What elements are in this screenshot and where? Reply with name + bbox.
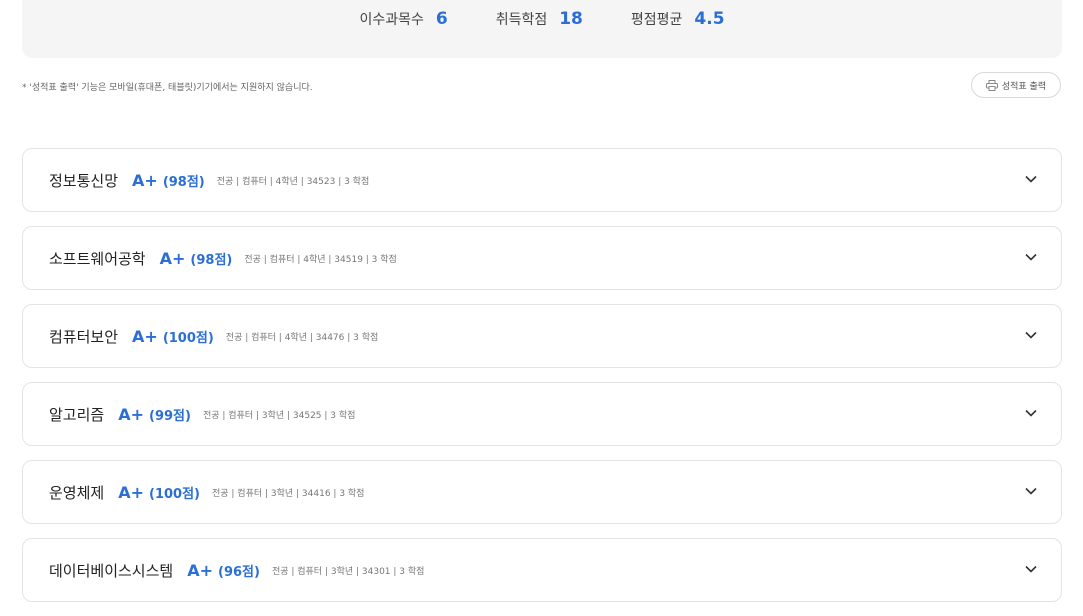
chevron-down-icon[interactable]	[1025, 175, 1037, 183]
course-item[interactable]: 알고리즘 A+ (99점) 전공 | 컴퓨터 | 3학년 | 34525 | 3…	[22, 382, 1062, 446]
courses-count-stat: 이수과목수 6	[359, 9, 447, 29]
credits-value: 18	[559, 9, 583, 29]
course-score: (98점)	[162, 174, 205, 190]
credits-stat: 취득학점 18	[496, 9, 583, 29]
summary-stats: 이수과목수 6 취득학점 18 평점평균 4.5	[22, 0, 1062, 38]
courses-count-label: 이수과목수	[359, 12, 424, 28]
course-item[interactable]: 소프트웨어공학 A+ (98점) 전공 | 컴퓨터 | 4학년 | 34519 …	[22, 226, 1062, 290]
print-button-label: 성적표 출력	[1001, 81, 1047, 92]
course-name: 컴퓨터보안	[49, 327, 119, 346]
course-name: 정보통신망	[49, 171, 119, 190]
course-grade: A+	[159, 248, 186, 268]
course-score: (100점)	[162, 330, 214, 346]
course-score: (96점)	[218, 564, 260, 580]
course-grade: A+	[118, 404, 144, 424]
chevron-down-icon[interactable]	[1025, 253, 1037, 261]
course-meta: 전공 | 컴퓨터 | 3학년 | 34301 | 3 학점	[271, 566, 425, 577]
course-item[interactable]: 컴퓨터보안 A+ (100점) 전공 | 컴퓨터 | 4학년 | 34476 |…	[22, 304, 1062, 368]
course-item[interactable]: 운영체제 A+ (100점) 전공 | 컴퓨터 | 3학년 | 34416 | …	[22, 460, 1062, 524]
course-meta: 전공 | 컴퓨터 | 4학년 | 34519 | 3 학점	[244, 254, 397, 265]
course-name: 운영체제	[49, 483, 105, 502]
course-grade: A+	[187, 560, 213, 580]
chevron-down-icon[interactable]	[1025, 331, 1037, 339]
course-name: 소프트웨어공학	[49, 249, 146, 268]
gpa-label: 평점평균	[630, 12, 683, 28]
course-score: (98점)	[190, 252, 233, 268]
print-transcript-button[interactable]: 성적표 출력	[971, 72, 1061, 98]
chevron-down-icon[interactable]	[1025, 487, 1037, 495]
course-name: 알고리즘	[49, 405, 105, 424]
courses-count-value: 6	[435, 9, 448, 29]
print-notice: * '성적표 출력' 기능은 모바일(휴대폰, 태블릿)기기에서는 지원하지 않…	[22, 83, 313, 93]
course-score: (100점)	[149, 486, 200, 502]
gpa-stat: 평점평균 4.5	[631, 9, 725, 29]
course-meta: 전공 | 컴퓨터 | 4학년 | 34476 | 3 학점	[225, 332, 379, 343]
course-item[interactable]: 데이터베이스시스템 A+ (96점) 전공 | 컴퓨터 | 3학년 | 3430…	[22, 538, 1062, 602]
grade-summary-bar: 이수과목수 6 취득학점 18 평점평균 4.5	[22, 0, 1062, 58]
chevron-down-icon[interactable]	[1025, 409, 1037, 417]
course-grade: A+	[132, 326, 158, 346]
gpa-value: 4.5	[694, 9, 725, 29]
printer-icon	[985, 79, 998, 91]
course-name: 데이터베이스시스템	[49, 561, 174, 580]
course-meta: 전공 | 컴퓨터 | 3학년 | 34525 | 3 학점	[202, 410, 356, 421]
course-grade: A+	[118, 482, 144, 502]
course-meta: 전공 | 컴퓨터 | 4학년 | 34523 | 3 학점	[216, 176, 370, 187]
course-list: 정보통신망 A+ (98점) 전공 | 컴퓨터 | 4학년 | 34523 | …	[22, 148, 1062, 616]
course-meta: 전공 | 컴퓨터 | 3학년 | 34416 | 3 학점	[211, 488, 365, 499]
credits-label: 취득학점	[495, 12, 548, 28]
chevron-down-icon[interactable]	[1025, 565, 1037, 573]
course-item[interactable]: 정보통신망 A+ (98점) 전공 | 컴퓨터 | 4학년 | 34523 | …	[22, 148, 1062, 212]
course-score: (99점)	[149, 408, 191, 424]
course-grade: A+	[132, 170, 158, 190]
